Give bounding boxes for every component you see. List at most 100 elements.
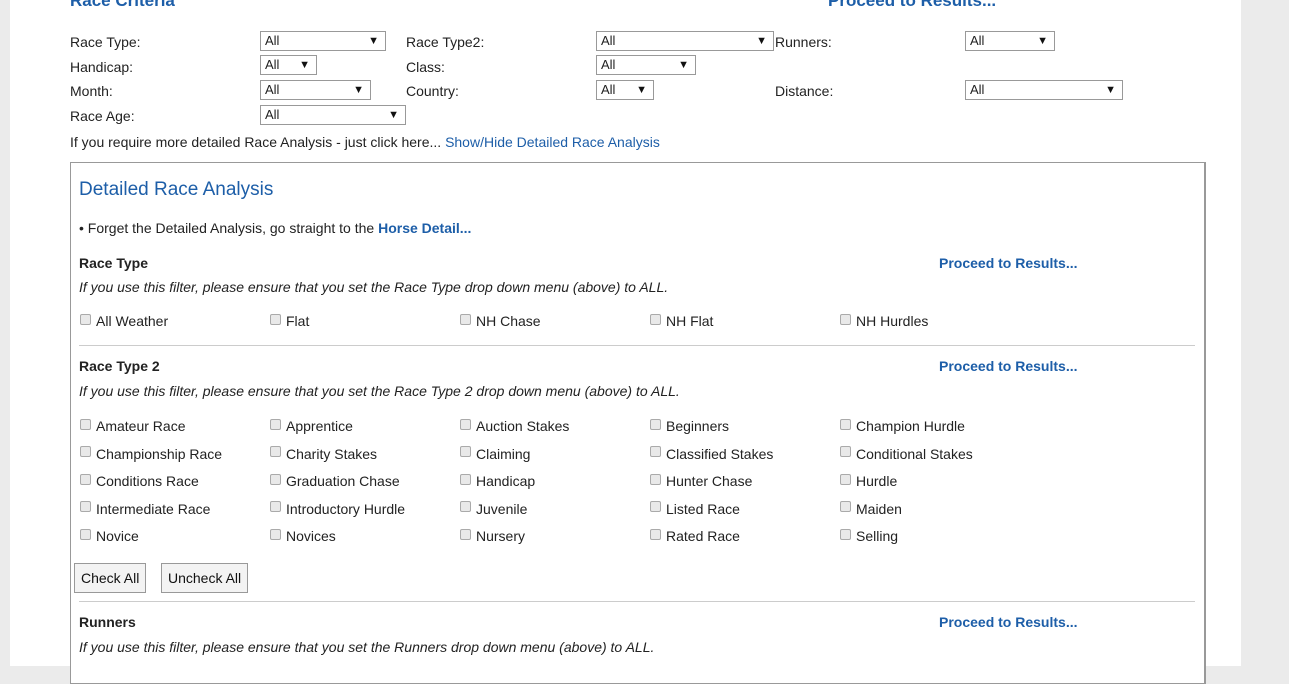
detail-title: Detailed Race Analysis — [79, 179, 274, 200]
checkbox-icon[interactable] — [80, 418, 91, 430]
checkbox-option[interactable]: Conditional Stakes — [840, 446, 973, 462]
checkbox-icon[interactable] — [460, 313, 471, 325]
checkbox-icon[interactable] — [270, 313, 281, 325]
checkbox-icon[interactable] — [650, 446, 661, 457]
checkbox-icon[interactable] — [650, 313, 661, 325]
race-age-value: All — [265, 107, 280, 122]
runners-proceed-link[interactable]: Proceed to Results... — [939, 614, 1077, 630]
proceed-link-top[interactable]: Proceed to Results... — [828, 0, 996, 11]
runners-select[interactable]: All ▼ — [965, 31, 1055, 51]
checkbox-icon[interactable] — [80, 446, 91, 457]
checkbox-icon[interactable] — [80, 501, 91, 512]
race-type-proceed-link[interactable]: Proceed to Results... — [939, 255, 1077, 271]
checkbox-icon[interactable] — [650, 418, 661, 430]
checkbox-option[interactable]: Claiming — [460, 446, 530, 462]
checkbox-icon[interactable] — [650, 528, 661, 540]
race-type2-proceed-link[interactable]: Proceed to Results... — [939, 358, 1077, 374]
distance-select[interactable]: All ▼ — [965, 80, 1123, 100]
checkbox-icon[interactable] — [460, 418, 471, 430]
check-all-button[interactable]: Check All — [74, 563, 147, 593]
checkbox-icon[interactable] — [80, 473, 91, 485]
checkbox-label: Listed Race — [666, 500, 740, 517]
checkbox-option[interactable]: Maiden — [840, 501, 902, 517]
checkbox-option[interactable]: Championship Race — [80, 446, 222, 462]
checkbox-option[interactable]: Conditions Race — [80, 473, 199, 489]
checkbox-icon[interactable] — [840, 528, 851, 540]
checkbox-option[interactable]: Selling — [840, 528, 898, 544]
race-type-section-title: Race Type — [79, 255, 148, 271]
race-type2-label: Race Type2: — [406, 34, 485, 50]
checkbox-icon[interactable] — [80, 313, 91, 325]
checkbox-icon[interactable] — [460, 501, 471, 512]
checkbox-label: Flat — [286, 313, 310, 329]
checkbox-option[interactable]: Juvenile — [460, 501, 527, 517]
checkbox-option[interactable]: All Weather — [80, 313, 168, 329]
race-type-value: All — [265, 33, 280, 48]
checkbox-icon[interactable] — [840, 313, 851, 325]
country-select[interactable]: All ▼ — [596, 80, 654, 100]
dropdown-arrow-icon: ▼ — [636, 84, 647, 96]
checkbox-option[interactable]: Novice — [80, 528, 139, 544]
checkbox-option[interactable]: Hurdle — [840, 473, 897, 489]
handicap-select[interactable]: All ▼ — [260, 55, 317, 75]
checkbox-label: Charity Stakes — [286, 445, 378, 462]
checkbox-option[interactable]: Nursery — [460, 528, 525, 544]
checkbox-label: Nursery — [476, 528, 526, 544]
checkbox-option[interactable]: Intermediate Race — [80, 501, 210, 517]
checkbox-option[interactable]: NH Hurdles — [840, 313, 928, 329]
checkbox-option[interactable]: Amateur Race — [80, 418, 185, 434]
checkbox-icon[interactable] — [270, 418, 281, 430]
horse-detail-link[interactable]: Horse Detail... — [378, 220, 471, 236]
checkbox-option[interactable]: Auction Stakes — [460, 418, 569, 434]
country-label: Country: — [406, 83, 459, 99]
checkbox-icon[interactable] — [650, 501, 661, 512]
race-age-select[interactable]: All ▼ — [260, 105, 406, 125]
checkbox-option[interactable]: Listed Race — [650, 501, 740, 517]
checkbox-icon[interactable] — [270, 501, 281, 512]
race-type-select[interactable]: All ▼ — [260, 31, 386, 51]
handicap-label: Handicap: — [70, 59, 134, 75]
checkbox-label: Selling — [856, 528, 899, 544]
checkbox-icon[interactable] — [270, 473, 281, 485]
checkbox-option[interactable]: Flat — [270, 313, 309, 329]
checkbox-option[interactable]: Novices — [270, 528, 336, 544]
checkbox-label: Championship Race — [96, 445, 223, 462]
checkbox-option[interactable]: Graduation Chase — [270, 473, 400, 489]
checkbox-icon[interactable] — [460, 528, 471, 540]
month-select[interactable]: All ▼ — [260, 80, 371, 100]
checkbox-option[interactable]: Charity Stakes — [270, 446, 377, 462]
dropdown-arrow-icon: ▼ — [353, 84, 364, 96]
checkbox-option[interactable]: Rated Race — [650, 528, 740, 544]
checkbox-label: NH Chase — [476, 313, 541, 329]
uncheck-all-button[interactable]: Uncheck All — [161, 563, 249, 593]
month-value: All — [265, 82, 280, 97]
race-type2-select[interactable]: All ▼ — [596, 31, 774, 51]
checkbox-option[interactable]: NH Chase — [460, 313, 541, 329]
checkbox-option[interactable]: Beginners — [650, 418, 729, 434]
checkbox-icon[interactable] — [840, 501, 851, 512]
checkbox-icon[interactable] — [270, 446, 281, 457]
month-label: Month: — [70, 83, 113, 99]
checkbox-icon[interactable] — [650, 473, 661, 485]
checkbox-option[interactable]: Introductory Hurdle — [270, 501, 405, 517]
class-select[interactable]: All ▼ — [596, 55, 696, 75]
checkbox-label: Auction Stakes — [476, 418, 570, 434]
checkbox-option[interactable]: Handicap — [460, 473, 535, 489]
checkbox-icon[interactable] — [840, 446, 851, 457]
distance-value: All — [970, 82, 985, 97]
checkbox-option[interactable]: Hunter Chase — [650, 473, 752, 489]
show-hide-detail-link[interactable]: Show/Hide Detailed Race Analysis — [445, 134, 660, 150]
checkbox-option[interactable]: Classified Stakes — [650, 446, 773, 462]
checkbox-icon[interactable] — [840, 473, 851, 485]
checkbox-icon[interactable] — [270, 528, 281, 540]
country-value: All — [601, 82, 616, 97]
checkbox-icon[interactable] — [80, 528, 91, 540]
checkbox-icon[interactable] — [460, 473, 471, 485]
checkbox-option[interactable]: Champion Hurdle — [840, 418, 965, 434]
checkbox-icon[interactable] — [840, 418, 851, 430]
runners-value: All — [970, 33, 985, 48]
runners-note: If you use this filter, please ensure th… — [79, 639, 655, 655]
checkbox-option[interactable]: NH Flat — [650, 313, 713, 329]
checkbox-icon[interactable] — [460, 446, 471, 457]
checkbox-option[interactable]: Apprentice — [270, 418, 353, 434]
